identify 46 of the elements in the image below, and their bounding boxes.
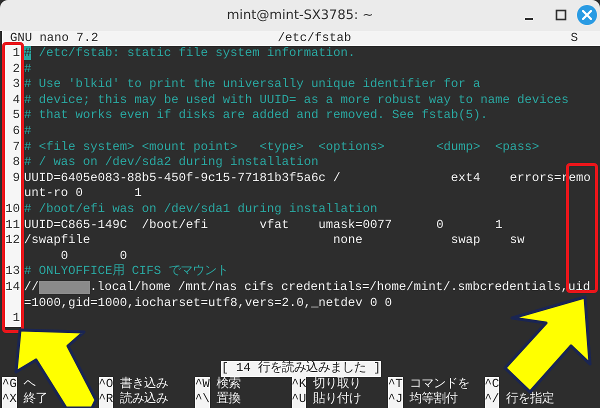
shortcut-label: コマンドを [410, 376, 470, 392]
shortcut-key: ^T [388, 376, 403, 392]
shortcut-key: ^K [292, 376, 306, 392]
shortcut-label: 置換 [216, 392, 241, 408]
code-text: // [24, 280, 39, 296]
comment-line: # /boot/efi was on /dev/sda1 during installation [24, 202, 378, 218]
shortcut-key: ^R [98, 392, 114, 408]
status-message: [ 14 行を読み込みました ] [221, 361, 381, 377]
comment-line: # Use 'blkid' to print the universally unique identifier for a [24, 77, 480, 93]
code-line: unt-ro 0 1 [24, 186, 142, 202]
comment-line: # ONLYOFFICE用 CIFS でマウント [24, 264, 228, 280]
shortcut-key: ^/ [484, 392, 500, 408]
comment-line: # device; this may be used with UUID= as a more robust way to name devices [24, 92, 569, 108]
shortcut-key: ^O [98, 376, 114, 392]
shortcut-label: ヘ [24, 376, 36, 392]
close-icon[interactable] [576, 4, 598, 26]
comment-line: # that works even if disks are added and removed. See fstab(5). [24, 108, 488, 124]
shortcut-key: ^U [292, 392, 306, 408]
modified-label: S [570, 31, 578, 46]
shortcut-key: ^X [2, 392, 17, 408]
code-line: =1000,gid=1000,iocharset=utf8,vers=2.0,_netdev 0 0 [24, 296, 392, 312]
shortcut-label: 書き込み [120, 376, 168, 392]
shortcut-key: ^G [2, 376, 17, 392]
comment-line: # / was on /dev/sda2 during installation [24, 155, 318, 171]
shortcut-key: ^\ [195, 392, 210, 408]
shortcut-label: 貼り付け [313, 392, 362, 408]
code-line: 0 0 [60, 248, 128, 264]
shortcut-label: 終了 [24, 392, 48, 408]
shortcut-label: 均等割付 [410, 392, 458, 408]
shortcut-key: ^C [484, 376, 500, 392]
code-line: UUID=C865-149C /boot/efi vfat umask=0077 0 1 [24, 218, 502, 234]
editor-name: GNU nano 7.2 [10, 31, 98, 46]
window-title: mint@mint-SX3785: ~ [226, 6, 374, 25]
shortcut-key: ^W [195, 376, 210, 392]
comment-line: # [24, 124, 32, 140]
comment-line: # [24, 62, 32, 78]
file-name: /etc/fstab [278, 31, 352, 46]
shortcut-key: ^J [388, 392, 403, 408]
code-line: /swapfile none swap sw [24, 233, 525, 249]
maximize-icon[interactable] [555, 9, 567, 21]
comment-line: # <file system> <mount point> <type> <options> <dump> <pass> [24, 140, 540, 156]
shortcut-label: 切り取り [313, 376, 362, 392]
shortcut-label: 読み込み [120, 392, 168, 408]
comment-line: # /etc/fstab: static file system information. [24, 46, 356, 62]
shortcut-label: 行を指定 [506, 392, 554, 408]
shortcut-label: 検索 [216, 376, 241, 392]
